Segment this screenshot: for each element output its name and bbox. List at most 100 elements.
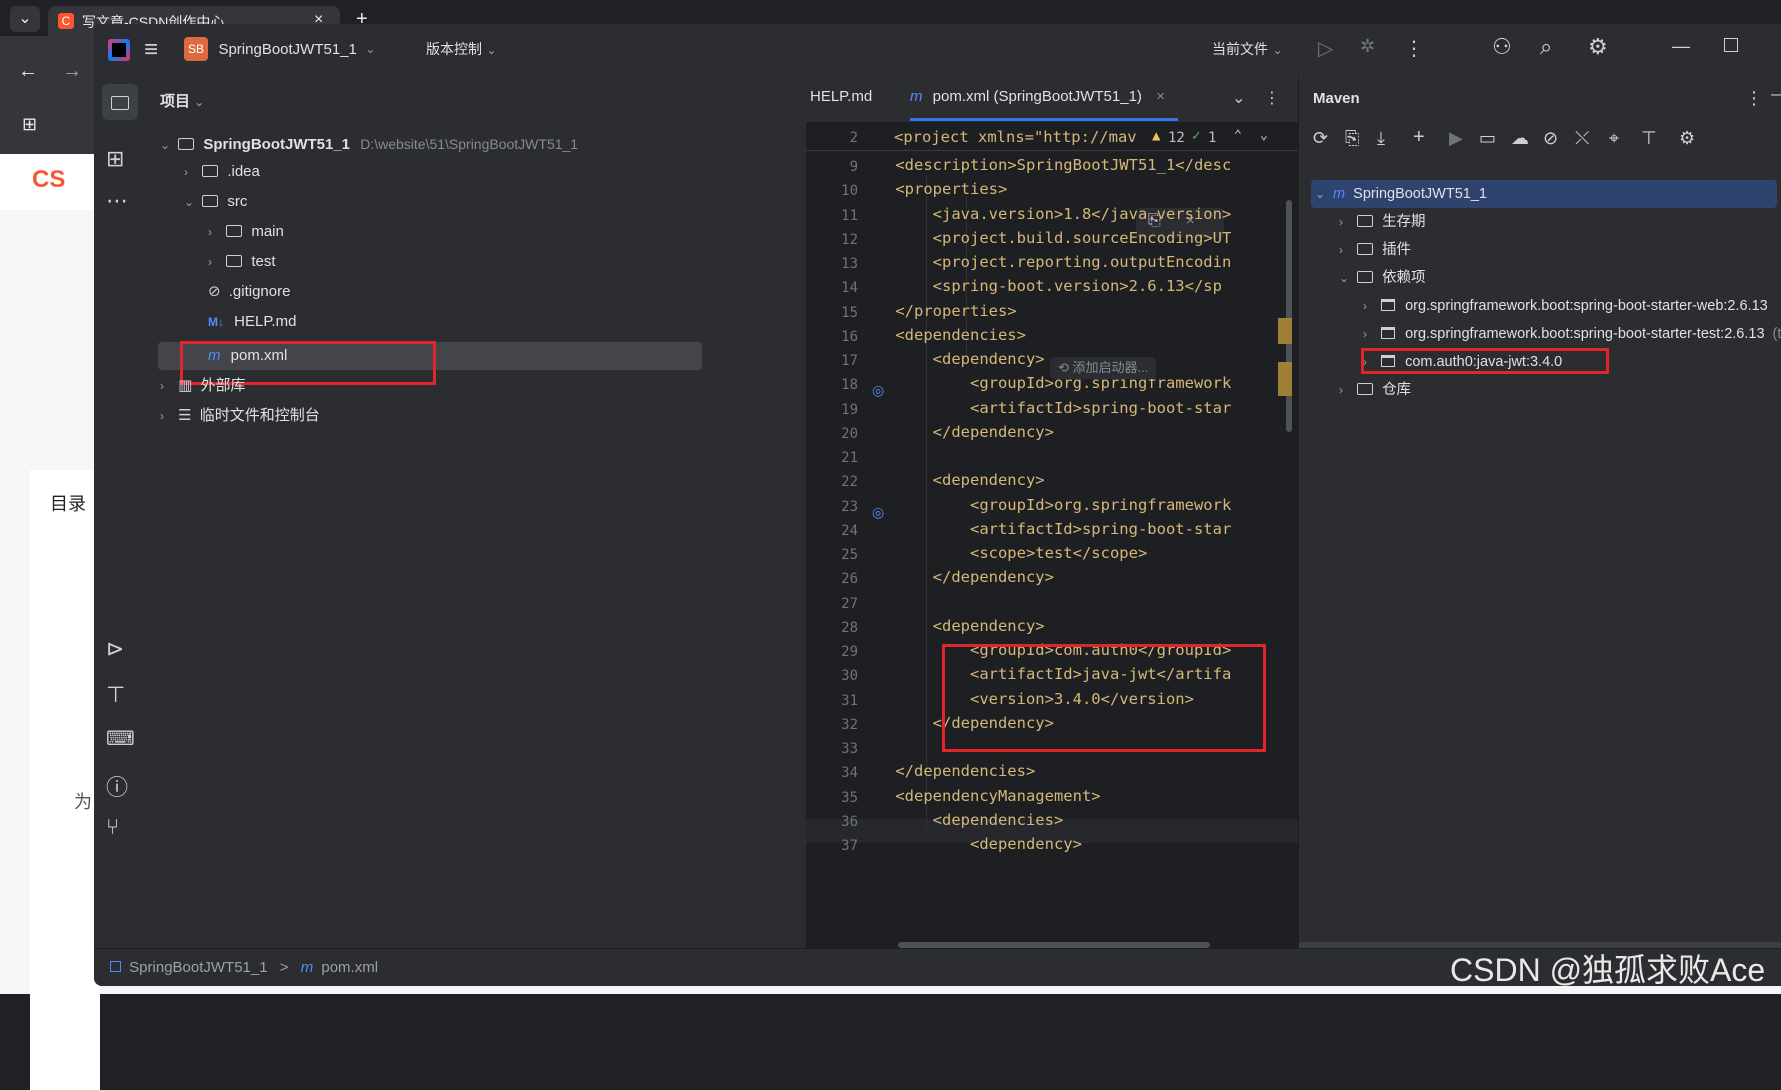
code-line[interactable]: <dependencyManagement> <box>858 787 1100 805</box>
maven-node-label: org.springframework.boot:spring-boot-sta… <box>1405 298 1768 314</box>
forward-icon[interactable]: → <box>62 60 82 83</box>
code-line[interactable]: <project.reporting.outputEncodin <box>858 253 1232 271</box>
editor-scrollbar[interactable] <box>1286 200 1292 432</box>
maven-dep-web[interactable]: › org.springframework.boot:spring-boot-s… <box>1363 292 1768 320</box>
code-line[interactable]: <java.version>1.8</java.version> <box>858 205 1232 223</box>
tree-item-external-libs[interactable]: › ▥ 外部库 <box>160 372 246 400</box>
gutter-run-icon[interactable]: ◎ <box>872 382 884 399</box>
apps-grid-icon[interactable]: ⊞ <box>22 114 37 135</box>
chevron-right-icon: › <box>1339 243 1343 257</box>
code-line[interactable]: <groupId>org.springframework <box>858 496 1231 514</box>
chevron-down-icon[interactable]: ⌄ <box>1260 128 1268 143</box>
minimize-icon[interactable]: — <box>1771 86 1781 104</box>
line-number: 26 <box>841 571 858 587</box>
code-line[interactable]: <spring-boot.version>2.6.13</sp <box>858 277 1222 295</box>
execute-goal-icon[interactable]: ▭ <box>1479 128 1496 149</box>
run-icon[interactable]: ▶ <box>1449 128 1463 149</box>
code-line[interactable]: <dependencies> <box>858 811 1064 829</box>
run-config-selector[interactable]: 当前文件 ⌄ <box>1212 39 1283 59</box>
project-selector[interactable]: SB SpringBootJWT51_1 ⌄ <box>184 37 375 63</box>
maximize-icon[interactable] <box>1724 38 1738 52</box>
code-line[interactable]: <dependency> <box>858 471 1045 489</box>
skip-tests-icon[interactable]: ⊘ <box>1543 128 1558 149</box>
back-icon[interactable]: ← <box>18 60 38 83</box>
vcs-menu[interactable]: 版本控制 ⌄ <box>426 39 497 59</box>
tab-search-icon[interactable]: ⌄ <box>10 6 40 32</box>
code-line[interactable]: </dependency> <box>858 423 1054 441</box>
chevron-down-icon[interactable]: ⌄ <box>1232 88 1245 108</box>
maven-node-dependencies[interactable]: ⌄ 依赖项 <box>1339 264 1426 292</box>
show-dependencies-icon[interactable]: ⌖ <box>1609 128 1619 149</box>
git-icon[interactable]: ⑂ <box>106 814 119 840</box>
maven-dep-test[interactable]: › org.springframework.boot:spring-boot-s… <box>1363 320 1781 348</box>
code-line[interactable]: <scope>test</scope> <box>858 544 1147 562</box>
breadcrumb-project[interactable]: SpringBootJWT51_1 <box>129 959 267 976</box>
code-line[interactable]: </dependency> <box>858 568 1054 586</box>
more-actions-icon[interactable]: ⋮ <box>1264 88 1280 108</box>
more-actions-icon[interactable]: ⋮ <box>1745 88 1763 109</box>
tree-item-test[interactable]: › test <box>208 248 276 276</box>
offline-icon[interactable]: ☁ <box>1511 128 1529 149</box>
inlay-hint[interactable]: ⟲ 添加启动器... <box>1050 357 1157 379</box>
code-line[interactable]: </properties> <box>858 302 1016 320</box>
run-icon[interactable]: ▷ <box>1318 36 1333 61</box>
code-line[interactable]: <dependency> <box>858 350 1045 368</box>
chevron-up-icon[interactable]: ⌃ <box>1234 128 1242 143</box>
tree-item-gitignore[interactable]: ⊘ .gitignore <box>208 278 290 306</box>
more-tools-icon[interactable]: ⋯ <box>106 188 128 214</box>
add-icon[interactable]: + <box>1413 126 1425 149</box>
add-user-icon[interactable]: ⚇ <box>1492 34 1512 60</box>
project-view-selector[interactable]: 项目 ⌄ <box>160 90 204 111</box>
settings-icon[interactable]: ⚙ <box>1679 128 1695 149</box>
project-tool-button[interactable] <box>102 84 138 120</box>
problems-icon[interactable]: ⓘ <box>106 770 128 802</box>
maven-node-lifecycle[interactable]: › 生存期 <box>1339 208 1426 236</box>
tab-help-md[interactable]: HELP.md <box>810 88 872 105</box>
tab-pom-xml[interactable]: m pom.xml (SpringBootJWT51_1) × <box>910 88 1165 105</box>
debug-icon[interactable]: ✲ <box>1360 36 1375 57</box>
sticky-code: <project xmlns="http://mav <box>894 128 1137 146</box>
tree-item-scratches[interactable]: › ☰ 临时文件和控制台 <box>160 402 320 430</box>
terminal-icon[interactable]: ⌨ <box>106 726 135 751</box>
settings-icon[interactable]: ⚙ <box>1588 34 1608 60</box>
collapse-all-icon[interactable]: ⊤ <box>1641 128 1657 149</box>
more-actions-icon[interactable]: ⋮ <box>1404 36 1424 61</box>
code-line[interactable]: </dependencies> <box>858 762 1035 780</box>
close-icon[interactable]: × <box>1156 88 1165 105</box>
reload-icon[interactable]: ⟳ <box>1313 128 1328 149</box>
csdn-header: CS <box>0 154 100 210</box>
line-number: 21 <box>841 450 858 466</box>
gutter-run-icon[interactable]: ◎ <box>872 504 884 521</box>
folder-icon <box>202 165 219 177</box>
collapse-icon[interactable]: ⤬ <box>1575 128 1589 149</box>
code-line[interactable]: <properties> <box>858 180 1007 198</box>
code-line[interactable]: <dependencies> <box>858 326 1026 344</box>
breadcrumb-file[interactable]: pom.xml <box>321 959 378 976</box>
warning-icon[interactable]: ▲ <box>1152 128 1160 144</box>
code-line[interactable]: <project.build.sourceEncoding>UT <box>858 229 1232 247</box>
code-line[interactable]: <groupId>org.springframework <box>858 374 1231 392</box>
code-line[interactable]: <dependency> <box>858 617 1045 635</box>
download-icon[interactable]: ⤓ <box>1377 128 1385 149</box>
services-icon[interactable]: ⊳ <box>106 636 124 662</box>
code-line[interactable]: <dependency> <box>858 835 1082 853</box>
tree-item-idea[interactable]: › .idea <box>184 158 260 186</box>
tree-item-main[interactable]: › main <box>208 218 284 246</box>
maven-node-repositories[interactable]: › 仓库 <box>1339 376 1411 404</box>
code-line[interactable]: <artifactId>spring-boot-star <box>858 399 1231 417</box>
maven-node-plugins[interactable]: › 插件 <box>1339 236 1411 264</box>
maven-root[interactable]: ⌄ m SpringBootJWT51_1 <box>1315 180 1487 208</box>
code-line[interactable]: <artifactId>spring-boot-star <box>858 520 1231 538</box>
search-icon[interactable]: ⌕ <box>1540 34 1552 60</box>
build-icon[interactable]: ⊤ <box>106 682 125 708</box>
project-name: SpringBootJWT51_1 <box>218 40 357 58</box>
tree-item-src[interactable]: ⌄ src <box>184 188 247 216</box>
structure-icon[interactable]: ⊞ <box>106 146 124 172</box>
line-number: 34 <box>841 765 858 781</box>
tree-root[interactable]: ⌄ SpringBootJWT51_1 D:\website\51\Spring… <box>160 130 578 158</box>
generate-sources-icon[interactable]: ⎘ <box>1345 128 1359 149</box>
code-line[interactable]: <description>SpringBootJWT51_1</desc <box>858 156 1231 174</box>
tree-item-help-md[interactable]: M↓ HELP.md <box>208 308 296 336</box>
minimize-icon[interactable]: — <box>1672 36 1690 57</box>
main-menu-icon[interactable]: ≡ <box>144 36 158 64</box>
